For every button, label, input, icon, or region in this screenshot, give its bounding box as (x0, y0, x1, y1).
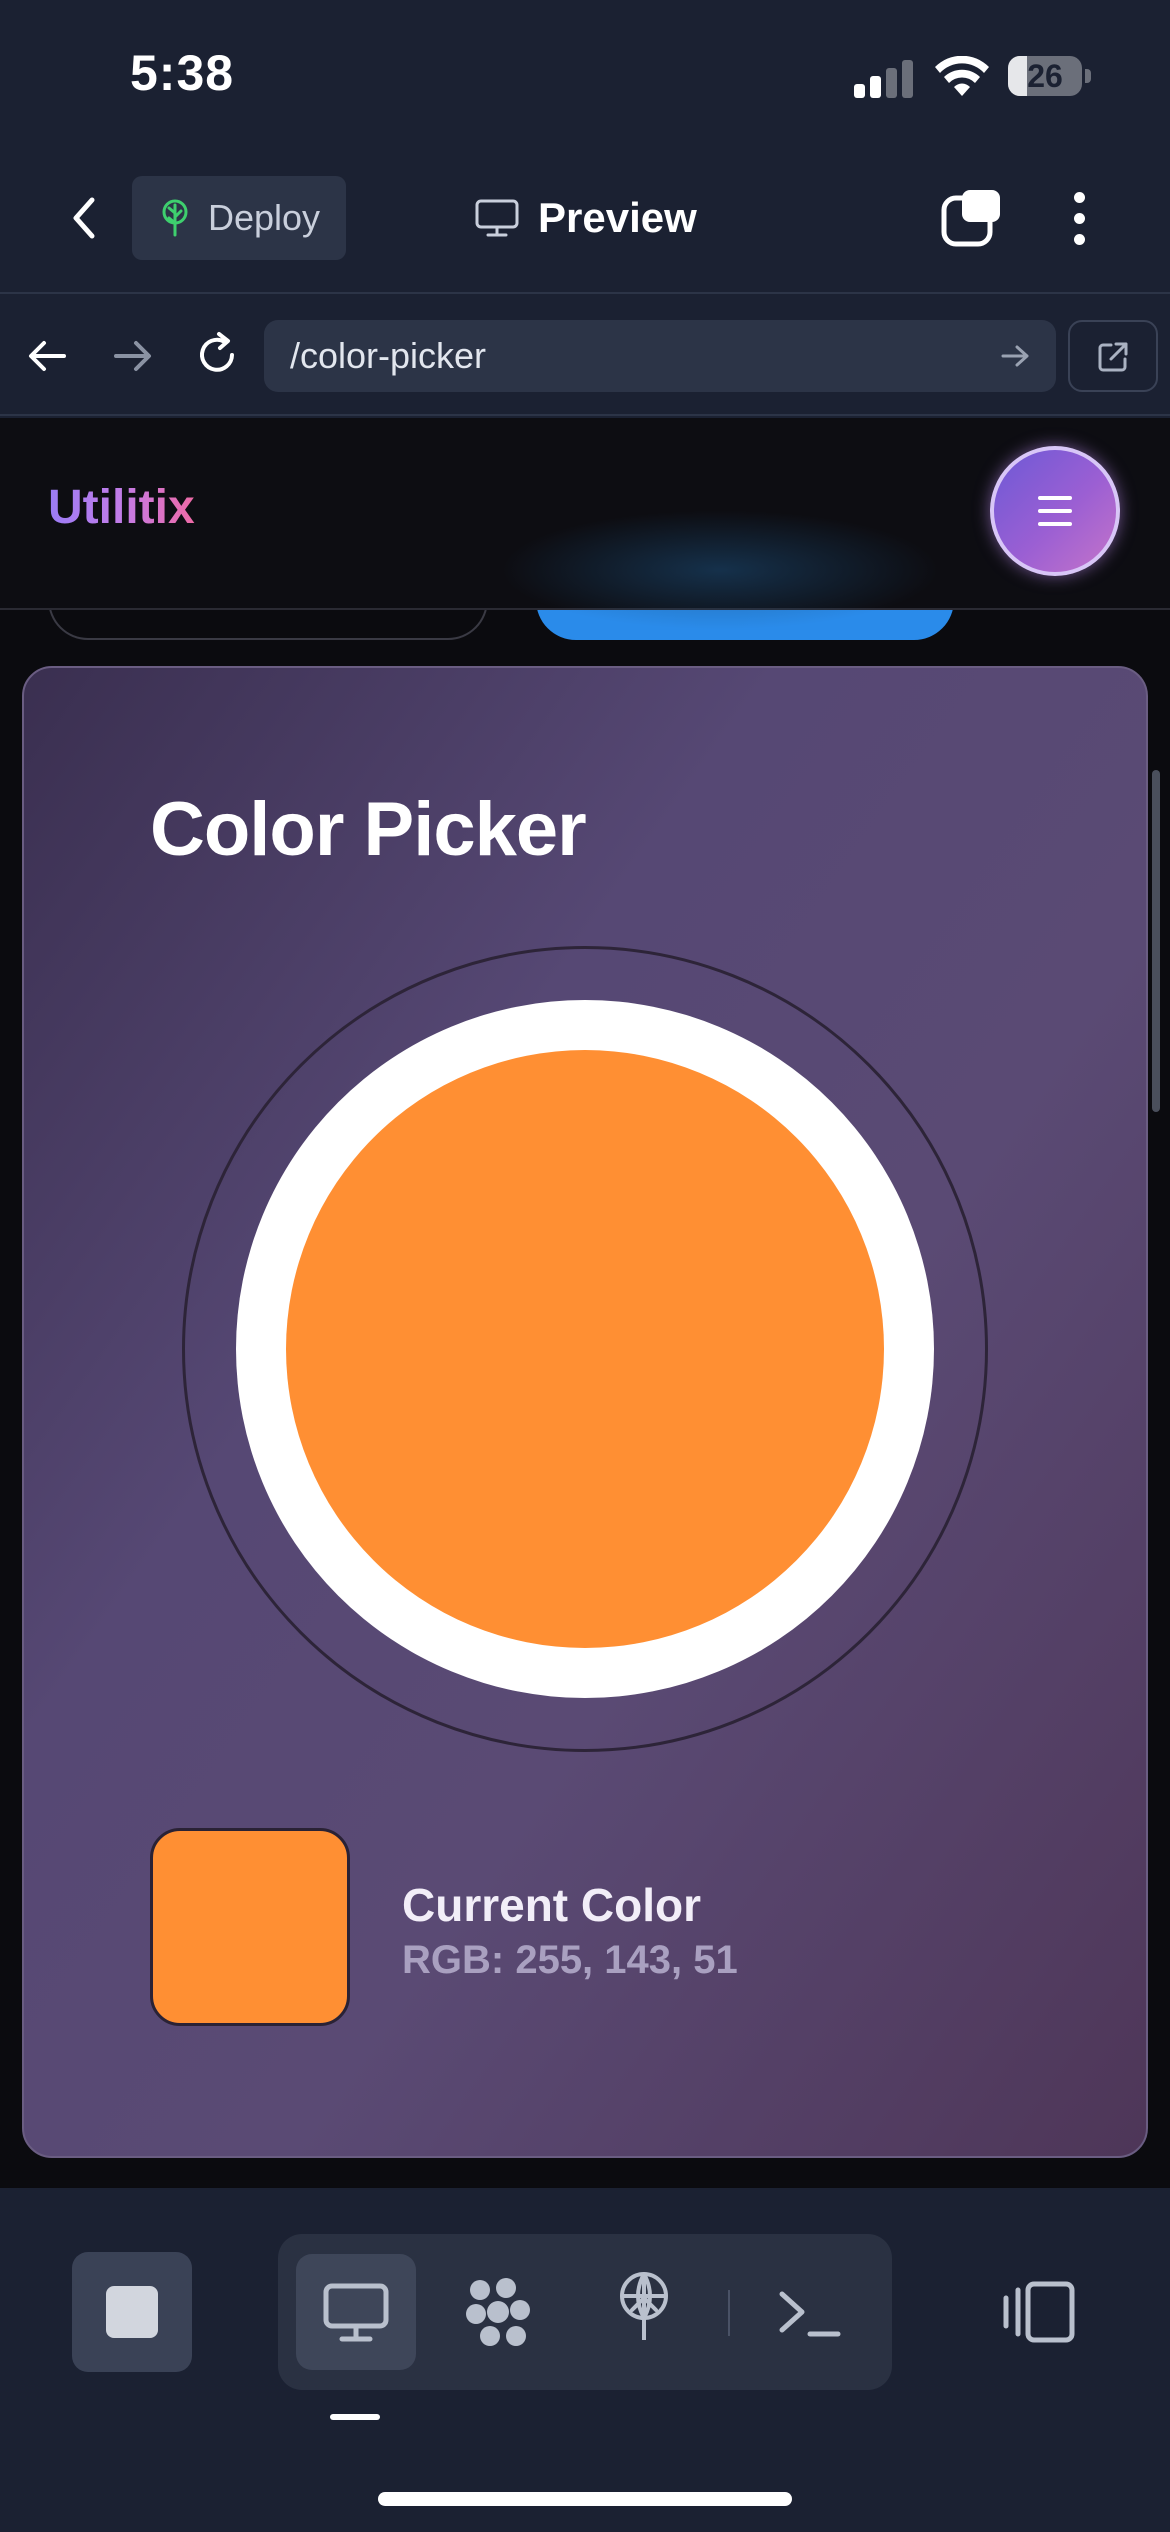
vertical-dots-icon[interactable] (1064, 186, 1094, 250)
current-color-swatch (150, 1828, 350, 2026)
site-logo[interactable]: Utilitix (48, 480, 195, 535)
active-indicator (330, 2414, 380, 2420)
terminal-icon[interactable] (774, 2276, 846, 2348)
deploy-label: Deploy (208, 197, 321, 238)
flower-icon[interactable] (462, 2276, 534, 2348)
deploy-button[interactable]: Deploy (132, 176, 346, 260)
divider (728, 2290, 730, 2336)
external-link-icon (1098, 342, 1128, 372)
arrow-right-icon[interactable] (998, 339, 1032, 373)
tabs-icon[interactable] (940, 186, 1006, 250)
wifi-icon (935, 56, 989, 96)
cellular-signal-icon (854, 58, 914, 98)
battery-tip (1085, 69, 1091, 83)
stop-button[interactable] (72, 2252, 192, 2372)
battery-level: 26 (1027, 58, 1063, 94)
home-indicator[interactable] (378, 2492, 792, 2506)
arrow-left-icon[interactable] (26, 334, 70, 378)
desktop-icon[interactable] (320, 2276, 392, 2348)
preview-label: Preview (538, 194, 697, 241)
nav-glow (500, 510, 940, 630)
current-color-label: Current Color (402, 1879, 701, 1931)
reload-icon[interactable] (192, 330, 242, 380)
stop-icon (106, 2286, 158, 2338)
arrow-right-icon[interactable] (110, 334, 154, 378)
page-scrollbar[interactable] (1152, 770, 1160, 1112)
status-time: 5:38 (130, 45, 235, 101)
preview-tab[interactable]: Preview (474, 188, 697, 248)
antenna-icon[interactable] (608, 2270, 680, 2342)
page-title: Color Picker (150, 787, 587, 872)
color-preview-circle[interactable] (286, 1050, 884, 1648)
monitor-icon (475, 199, 519, 237)
panel-icon[interactable] (998, 2276, 1078, 2348)
hamburger-icon[interactable] (990, 446, 1120, 576)
battery-icon: 26 (1008, 56, 1091, 96)
url-text: /color-picker (290, 335, 487, 376)
chevron-left-icon[interactable] (58, 188, 114, 248)
rgb-value: RGB: 255, 143, 51 (402, 1938, 738, 1982)
tree-icon (162, 199, 188, 237)
